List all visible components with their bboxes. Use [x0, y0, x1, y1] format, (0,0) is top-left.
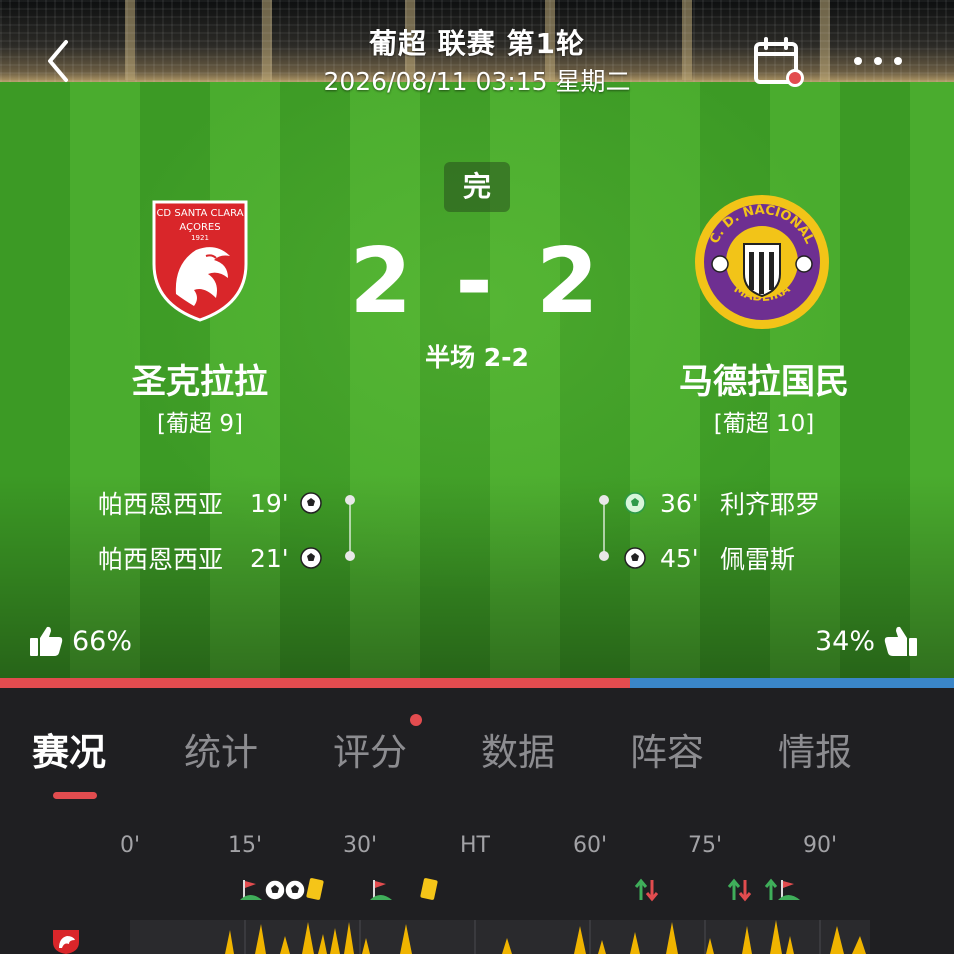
svg-text:AÇORES: AÇORES — [179, 222, 220, 233]
scorer-name: 佩雷斯 — [720, 545, 796, 574]
timeline-tick: 75' — [687, 833, 723, 858]
soccer-ball-icon[interactable] — [264, 878, 286, 902]
timeline-dot — [599, 551, 609, 561]
tab-lineup[interactable]: 阵容 — [630, 722, 704, 776]
yellow-card-icon[interactable] — [304, 878, 326, 902]
svg-text:1921: 1921 — [191, 234, 209, 242]
match-detail-panel: 赛况 统计 评分 数据 阵容 情报 0' 15' 30' HT 60' 75' … — [0, 688, 954, 954]
away-vote-percent: 34% — [815, 625, 876, 657]
soccer-ball-icon[interactable] — [284, 878, 306, 902]
home-vote-percent: 66% — [72, 625, 133, 657]
timeline-tick: 0' — [119, 833, 141, 858]
match-status-badge: 完 — [444, 162, 510, 212]
timeline-dot — [345, 495, 355, 505]
scorer-name: 利齐耶罗 — [720, 490, 821, 519]
home-goal-timeline-line — [349, 500, 351, 556]
away-goal-timeline-line — [603, 500, 605, 556]
home-goal-2: 帕西恩西亚 21' — [98, 540, 322, 576]
away-goal-2: 45' 佩雷斯 — [624, 540, 795, 576]
own-goal-ball-icon — [624, 492, 646, 514]
halftime-score: 半场 2-2 — [425, 343, 529, 372]
away-team-logo[interactable]: C. D. NACIONAL MADEIRA — [692, 192, 832, 336]
corner-flag-icon[interactable] — [240, 878, 264, 902]
timeline-dot — [345, 551, 355, 561]
match-header: 葡超 联赛 第1轮 2026/08/11 03:15 星期二 CD SANTA … — [0, 0, 954, 678]
home-goal-1: 帕西恩西亚 19' — [98, 485, 322, 521]
goal-minute: 45' — [660, 543, 699, 573]
away-team-rank: [葡超 10] — [713, 411, 815, 437]
vote-ratio-bar — [0, 678, 954, 688]
scorer-name: 帕西恩西亚 — [98, 545, 224, 574]
away-vote-button[interactable]: 34% — [815, 624, 919, 658]
svg-text:CD SANTA CLARA: CD SANTA CLARA — [156, 208, 243, 219]
home-vote-button[interactable]: 66% — [28, 624, 132, 658]
away-goal-1: 36' 利齐耶罗 — [624, 485, 820, 521]
yellow-card-icon[interactable] — [418, 878, 440, 902]
home-team-rank: [葡超 9] — [157, 411, 243, 437]
substitution-icon[interactable] — [634, 878, 660, 902]
timeline-tick: 60' — [572, 833, 608, 858]
timeline-tick: 30' — [342, 833, 378, 858]
home-team-mini-logo — [50, 928, 82, 954]
active-tab-indicator — [53, 792, 97, 799]
tab-intel[interactable]: 情报 — [778, 722, 852, 776]
corner-flag-icon[interactable] — [370, 878, 394, 902]
competition-title: 葡超 联赛 第1轮 — [369, 27, 585, 60]
calendar-icon — [754, 37, 804, 87]
timeline-tick: HT — [460, 833, 490, 858]
tab-stats[interactable]: 统计 — [184, 722, 258, 776]
ratings-notification-dot — [410, 714, 422, 726]
tab-ratings[interactable]: 评分 — [333, 722, 407, 776]
calendar-button[interactable] — [752, 36, 808, 92]
substitution-icon[interactable] — [764, 878, 778, 902]
soccer-ball-icon — [300, 547, 322, 569]
match-score: 2 - 2 — [349, 229, 605, 334]
match-datetime: 2026/08/11 03:15 星期二 — [323, 67, 631, 96]
tab-data[interactable]: 数据 — [481, 722, 555, 776]
thumbs-up-icon — [30, 626, 63, 656]
goal-minute: 21' — [250, 543, 289, 573]
timeline-dot — [599, 495, 609, 505]
home-vote-fill — [0, 678, 630, 688]
timeline-tick: 15' — [227, 833, 263, 858]
momentum-bars — [225, 920, 866, 954]
away-vote-fill — [629, 678, 954, 688]
soccer-ball-icon — [624, 547, 646, 569]
timeline-tick: 90' — [802, 833, 838, 858]
soccer-ball-icon — [300, 492, 322, 514]
thumbs-up-icon — [884, 626, 918, 656]
corner-flag-icon[interactable] — [778, 878, 802, 902]
goal-minute: 36' — [660, 488, 699, 518]
substitution-icon[interactable] — [727, 878, 753, 902]
more-options-button[interactable] — [852, 46, 904, 76]
scorer-name: 帕西恩西亚 — [98, 490, 224, 519]
more-dots-icon — [854, 57, 902, 65]
tab-live[interactable]: 赛况 — [32, 722, 106, 776]
goal-minute: 19' — [250, 488, 289, 518]
home-team-logo[interactable]: CD SANTA CLARA AÇORES 1921 — [146, 194, 254, 328]
attack-momentum-chart — [130, 920, 870, 954]
